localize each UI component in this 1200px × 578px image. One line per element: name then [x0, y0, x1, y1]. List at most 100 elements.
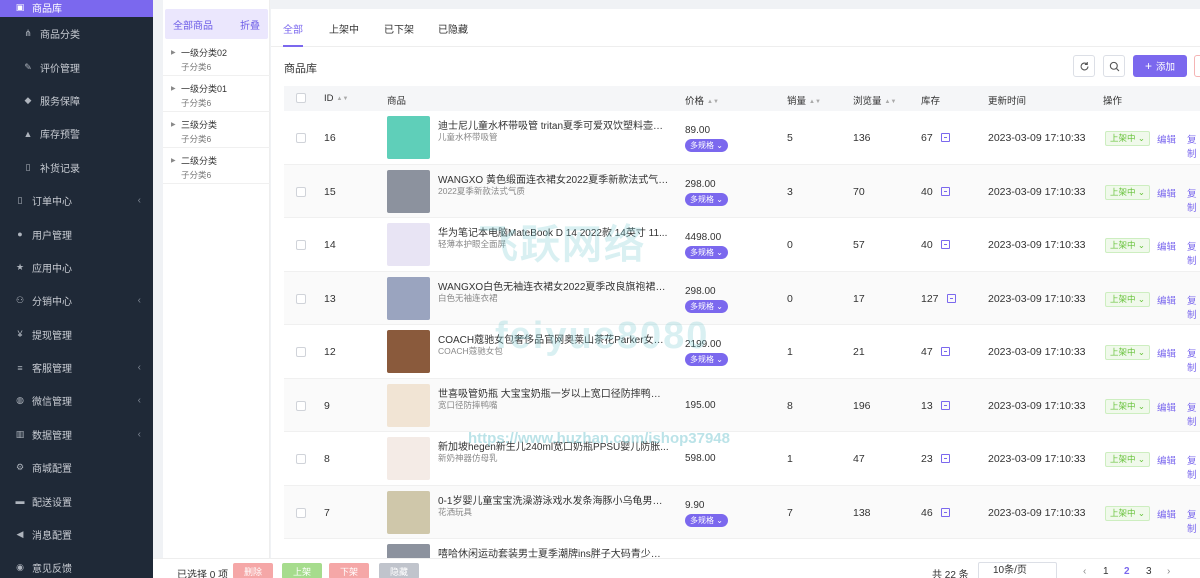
- category-all[interactable]: 全部商品 折叠: [165, 9, 268, 39]
- row-checkbox[interactable]: [296, 293, 306, 304]
- row-checkbox[interactable]: [296, 454, 306, 464]
- edit-link[interactable]: 编辑: [1157, 507, 1176, 521]
- category-item[interactable]: ▶ 一级分类02 子分类6: [163, 45, 270, 76]
- copy-link[interactable]: 复制: [1187, 132, 1200, 160]
- nav-item[interactable]: ◆ 服务保障: [0, 84, 153, 117]
- col-price[interactable]: 价格 ▲▼: [685, 93, 719, 107]
- product-name[interactable]: 华为笔记本电脑MateBook D 14 2022款 14英寸 11...: [438, 224, 670, 239]
- copy-link[interactable]: 复制: [1187, 293, 1200, 321]
- status-select[interactable]: 上架中 ⌄: [1105, 345, 1151, 360]
- status-select[interactable]: 上架中 ⌄: [1105, 184, 1151, 200]
- list-button[interactable]: 上架: [282, 563, 322, 578]
- nav-item[interactable]: ▲ 库存预警: [0, 117, 153, 150]
- product-thumbnail[interactable]: [387, 169, 430, 213]
- nav-item[interactable]: ● 用户管理: [0, 217, 153, 250]
- edit-link[interactable]: 编辑: [1157, 239, 1176, 253]
- product-name[interactable]: WANGXO白色无袖连衣裙女2022夏季改良旗袍裙高...: [438, 278, 670, 293]
- stock-edit-icon[interactable]: [940, 186, 950, 196]
- copy-link[interactable]: 复制: [1187, 507, 1200, 535]
- product-thumbnail[interactable]: [387, 330, 430, 373]
- stock-edit-icon[interactable]: [940, 133, 950, 142]
- nav-item[interactable]: ◍ 微信管理 ‹: [0, 384, 153, 417]
- edit-link[interactable]: 编辑: [1157, 453, 1176, 467]
- product-thumbnail[interactable]: [387, 223, 430, 266]
- unlist-button[interactable]: 下架: [329, 563, 369, 578]
- product-thumbnail[interactable]: [387, 490, 430, 534]
- row-checkbox[interactable]: [296, 133, 306, 143]
- fold-button[interactable]: 折叠: [240, 17, 260, 32]
- product-name[interactable]: 0-1岁婴儿童宝宝洗澡游泳戏水发条海豚小乌龟男女孩...: [438, 492, 670, 507]
- stock-edit-icon[interactable]: [940, 400, 950, 410]
- add-button[interactable]: + 添加: [1133, 55, 1187, 77]
- product-name[interactable]: 世喜吸管奶瓶 大宝宝奶瓶一岁以上宽口径防摔鸭嘴杯...: [438, 385, 670, 400]
- col-id[interactable]: ID ▲▼: [324, 93, 348, 104]
- row-checkbox[interactable]: [296, 347, 306, 357]
- tab-hidden[interactable]: 已隐藏: [438, 21, 468, 36]
- product-thumbnail[interactable]: [387, 383, 430, 427]
- page-1[interactable]: 1: [1103, 566, 1109, 577]
- edit-link[interactable]: 编辑: [1157, 132, 1176, 146]
- copy-link[interactable]: 复制: [1187, 239, 1200, 267]
- copy-link[interactable]: 复制: [1187, 186, 1200, 214]
- status-select[interactable]: 上架中 ⌄: [1105, 398, 1151, 414]
- nav-item[interactable]: ⋔ 商品分类: [0, 17, 153, 50]
- nav-item[interactable]: ⚇ 分销中心 ‹: [0, 284, 153, 317]
- spec-badge[interactable]: 多规格 ⌄: [685, 246, 728, 259]
- col-sales[interactable]: 销量 ▲▼: [787, 93, 821, 107]
- category-item[interactable]: ▶ 一级分类01 子分类6: [163, 81, 270, 112]
- refresh-button[interactable]: [1073, 55, 1095, 77]
- status-select[interactable]: 上架中 ⌄: [1105, 238, 1151, 253]
- row-checkbox[interactable]: [296, 507, 306, 518]
- next-page[interactable]: ›: [1167, 566, 1170, 577]
- status-select[interactable]: 上架中 ⌄: [1105, 505, 1151, 521]
- product-name[interactable]: 新加坡hegen新生儿240ml宽口奶瓶PPSU婴儿防胀...: [438, 438, 670, 453]
- prev-page[interactable]: ‹: [1083, 566, 1086, 577]
- product-name[interactable]: 迪士尼儿童水杯带吸管 tritan夏季可爱双饮塑料壶幼儿...: [438, 117, 670, 132]
- nav-item[interactable]: ▥ 数据管理 ‹: [0, 418, 153, 451]
- delete-button[interactable]: 删除: [233, 563, 273, 578]
- nav-item[interactable]: ✎ 评价管理: [0, 50, 153, 83]
- nav-item[interactable]: ▣ 商品库: [0, 0, 153, 17]
- nav-item[interactable]: ≡ 客服管理 ‹: [0, 351, 153, 384]
- search-button[interactable]: [1103, 55, 1125, 77]
- select-all-checkbox[interactable]: [296, 93, 306, 103]
- status-select[interactable]: 上架中 ⌄: [1105, 291, 1151, 307]
- product-thumbnail[interactable]: [387, 276, 430, 320]
- row-checkbox[interactable]: [296, 400, 306, 411]
- status-select[interactable]: 上架中 ⌄: [1105, 131, 1151, 146]
- nav-item[interactable]: ▯ 补货记录: [0, 151, 153, 184]
- spec-badge[interactable]: 多规格 ⌄: [685, 299, 728, 313]
- more-button[interactable]: [1194, 55, 1200, 77]
- spec-badge[interactable]: 多规格 ⌄: [685, 353, 728, 366]
- spec-badge[interactable]: 多规格 ⌄: [685, 139, 728, 152]
- tab-off-shelf[interactable]: 已下架: [384, 21, 414, 36]
- tab-on-sale[interactable]: 上架中: [329, 21, 359, 36]
- edit-link[interactable]: 编辑: [1157, 400, 1176, 414]
- nav-item[interactable]: ◉ 意见反馈: [0, 551, 153, 578]
- stock-edit-icon[interactable]: [940, 454, 950, 463]
- page-3[interactable]: 3: [1146, 566, 1152, 577]
- stock-edit-icon[interactable]: [940, 347, 950, 356]
- nav-item[interactable]: ▬ 配送设置: [0, 484, 153, 517]
- hide-button[interactable]: 隐藏: [379, 563, 419, 578]
- product-name[interactable]: WANGXO 黄色缎面连衣裙女2022夏季新款法式气质...: [438, 171, 670, 186]
- copy-link[interactable]: 复制: [1187, 346, 1200, 374]
- nav-item[interactable]: ◀ 消息配置: [0, 518, 153, 551]
- row-checkbox[interactable]: [296, 186, 306, 197]
- category-item[interactable]: ▶ 三级分类 子分类6: [163, 117, 270, 148]
- nav-item[interactable]: ⚙ 商城配置: [0, 451, 153, 484]
- nav-item[interactable]: ¥ 提现管理: [0, 318, 153, 351]
- stock-edit-icon[interactable]: [946, 293, 956, 303]
- edit-link[interactable]: 编辑: [1157, 186, 1176, 200]
- nav-item[interactable]: ★ 应用中心: [0, 251, 153, 284]
- product-name[interactable]: COACH蔻驰女包奢侈品官网奥莱山茶花Parker女士单...: [438, 331, 670, 346]
- stock-edit-icon[interactable]: [940, 507, 950, 517]
- product-thumbnail[interactable]: [387, 116, 430, 159]
- spec-badge[interactable]: 多规格 ⌄: [685, 192, 728, 206]
- spec-badge[interactable]: 多规格 ⌄: [685, 513, 728, 527]
- copy-link[interactable]: 复制: [1187, 453, 1200, 481]
- col-views[interactable]: 浏览量 ▲▼: [853, 93, 896, 107]
- category-item[interactable]: ▶ 二级分类 子分类6: [163, 153, 270, 184]
- copy-link[interactable]: 复制: [1187, 400, 1200, 428]
- stock-edit-icon[interactable]: [940, 240, 950, 249]
